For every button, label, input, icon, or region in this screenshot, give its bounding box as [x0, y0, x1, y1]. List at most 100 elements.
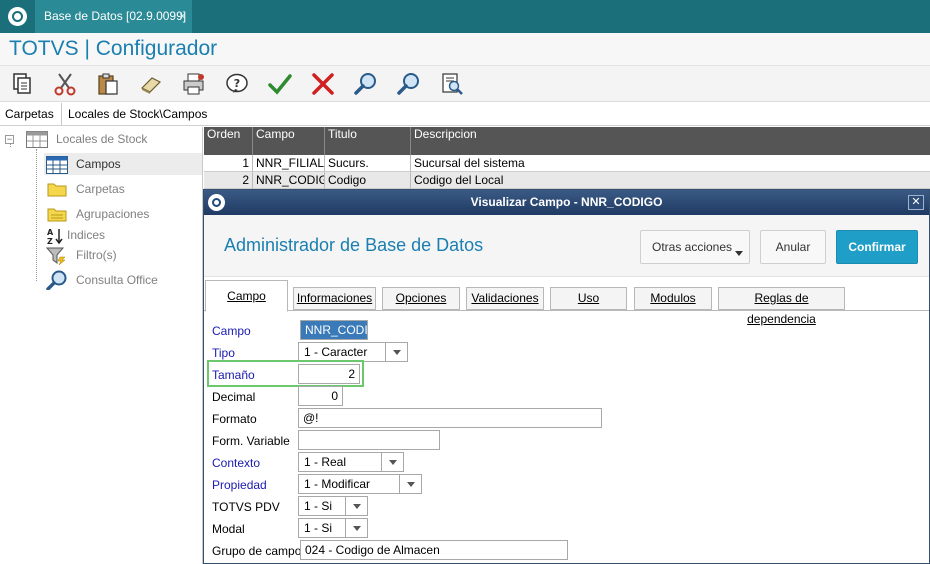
folder-path-bar: Carpetas Locales de Stock\Campos — [0, 102, 930, 126]
dialog-close-icon[interactable]: ✕ — [908, 195, 924, 210]
tab-opciones[interactable]: Opciones — [382, 287, 460, 310]
magnifier-icon — [46, 270, 68, 291]
tipo-select[interactable]: 1 - Caracter — [298, 342, 408, 362]
app-title: TOTVS | Configurador — [9, 37, 218, 60]
cell-descripcion: Codigo del Local — [411, 172, 930, 189]
tab-informaciones[interactable]: Informaciones — [293, 287, 376, 310]
help-icon[interactable]: ? — [224, 71, 250, 97]
tree-item-label: Campos — [76, 157, 121, 171]
tab-uso[interactable]: Uso — [550, 287, 627, 310]
chevron-down-icon — [345, 519, 367, 537]
confirmar-button[interactable]: Confirmar — [836, 230, 918, 264]
path-field[interactable]: Locales de Stock\Campos — [61, 103, 930, 125]
eraser-icon[interactable] — [138, 71, 164, 97]
cancel-x-icon[interactable] — [310, 71, 336, 97]
search-icon[interactable] — [353, 71, 379, 97]
form-variable-label: Form. Variable — [212, 434, 290, 448]
tree-item-filtros[interactable]: Filtro(s) — [76, 244, 117, 266]
dialog-header: Administrador de Base de Datos Otras acc… — [204, 215, 929, 277]
contexto-label: Contexto — [212, 456, 261, 470]
visualizar-campo-dialog: Visualizar Campo - NNR_CODIGO ✕ Administ… — [203, 189, 930, 564]
app-title-bar: TOTVS | Configurador — [0, 33, 930, 66]
tab-campo[interactable]: Campo — [205, 280, 288, 312]
propiedad-label: Propiedad — [212, 478, 267, 492]
grupo-campos-field[interactable]: 024 - Codigo de Almacen — [300, 540, 568, 560]
formato-field[interactable]: @! — [298, 408, 602, 428]
tab-validaciones[interactable]: Validaciones — [466, 287, 544, 310]
cell-campo: NNR_FILIAL — [253, 155, 325, 172]
svg-text:A: A — [47, 228, 54, 237]
cell-titulo: Codigo — [325, 172, 411, 189]
decimal-field[interactable]: 0 — [298, 386, 343, 406]
propiedad-select[interactable]: 1 - Modificar — [298, 474, 422, 494]
tamano-field[interactable]: 2 — [298, 364, 360, 384]
tree-item-indices[interactable]: Indices — [67, 224, 105, 246]
tipo-value: 1 - Caracter — [304, 345, 368, 359]
sort-az-icon: AZ — [46, 227, 64, 246]
tamano-label: Tamaño — [212, 368, 255, 382]
cell-orden: 1 — [204, 155, 253, 172]
form-variable-field[interactable] — [298, 430, 440, 450]
tree-item-agrupaciones[interactable]: Agrupaciones — [76, 203, 149, 225]
grid-header: Orden Campo Titulo Descripcion — [204, 127, 930, 155]
chevron-down-icon — [345, 497, 367, 515]
copy-icon[interactable] — [9, 71, 35, 97]
cell-descripcion: Sucursal del sistema — [411, 155, 930, 172]
table-icon — [26, 131, 48, 148]
path-label: Carpetas — [5, 107, 54, 121]
print-icon[interactable] — [181, 71, 207, 97]
svg-text:?: ? — [234, 77, 240, 90]
tab-reglas-dependencia[interactable]: Reglas de dependencia — [718, 287, 845, 326]
tab-strip-line — [204, 310, 929, 311]
tree-root-locales[interactable]: Locales de Stock — [56, 128, 147, 150]
window-tab-title: Base de Datos [02.9.0099] — [44, 9, 187, 23]
cut-icon[interactable] — [52, 71, 78, 97]
tree-item-consulta-office[interactable]: Consulta Office — [76, 269, 158, 291]
totvs-pdv-label: TOTVS PDV — [212, 500, 280, 514]
svg-text:Z: Z — [47, 237, 53, 245]
filter-icon — [45, 247, 66, 266]
contexto-select[interactable]: 1 - Real — [298, 452, 404, 472]
otras-acciones-button[interactable]: Otras acciones — [640, 230, 750, 264]
totvs-logo-icon[interactable] — [8, 7, 27, 26]
chevron-down-icon — [381, 453, 403, 471]
chevron-down-icon — [385, 343, 407, 361]
search-next-icon[interactable] — [396, 71, 422, 97]
paste-icon[interactable] — [95, 71, 121, 97]
chevron-down-icon — [399, 475, 421, 493]
grid-header-orden[interactable]: Orden — [204, 127, 253, 155]
tab-modulos[interactable]: Modulos — [634, 287, 712, 310]
decimal-label: Decimal — [212, 390, 256, 404]
tree-collapse-icon[interactable]: − — [5, 135, 14, 144]
contexto-value: 1 - Real — [304, 455, 347, 469]
toolbar: ? — [0, 66, 930, 102]
table-row[interactable]: 2 NNR_CODIGO Codigo Codigo del Local — [204, 172, 930, 189]
cell-orden: 2 — [204, 172, 253, 189]
grid-header-descripcion[interactable]: Descripcion — [411, 127, 930, 155]
dialog-title: Visualizar Campo - NNR_CODIGO — [470, 195, 663, 209]
grid-header-titulo[interactable]: Titulo — [325, 127, 411, 155]
anular-button[interactable]: Anular — [760, 230, 826, 264]
campo-field[interactable]: NNR_CODIGO — [300, 320, 368, 340]
fields-grid: Orden Campo Titulo Descripcion 1 NNR_FIL… — [204, 127, 930, 189]
grid-table-icon — [46, 156, 68, 174]
window-tab-close-icon[interactable]: × — [179, 0, 186, 33]
top-tab-bar: Base de Datos [02.9.0099] × — [0, 0, 930, 33]
cell-titulo: Sucurs. — [325, 155, 411, 172]
modal-value: 1 - Si — [304, 521, 333, 535]
totvs-pdv-select[interactable]: 1 - Si — [298, 496, 368, 516]
tree-item-carpetas[interactable]: Carpetas — [76, 178, 125, 200]
cell-campo: NNR_CODIGO — [253, 172, 325, 189]
preview-icon[interactable] — [439, 71, 465, 97]
folder-tree: − Locales de Stock Campos Carpetas Agrup… — [0, 127, 203, 564]
tipo-label: Tipo — [212, 346, 235, 360]
confirm-check-icon[interactable] — [267, 71, 293, 97]
grid-header-campo[interactable]: Campo — [253, 127, 325, 155]
propiedad-value: 1 - Modificar — [304, 477, 371, 491]
grupo-campos-label: Grupo de campos — [212, 544, 308, 558]
folder-icon — [47, 181, 67, 197]
dialog-titlebar[interactable]: Visualizar Campo - NNR_CODIGO ✕ — [204, 190, 929, 215]
window-tab[interactable]: Base de Datos [02.9.0099] × — [35, 0, 192, 33]
table-row[interactable]: 1 NNR_FILIAL Sucurs. Sucursal del sistem… — [204, 155, 930, 172]
modal-select[interactable]: 1 - Si — [298, 518, 368, 538]
